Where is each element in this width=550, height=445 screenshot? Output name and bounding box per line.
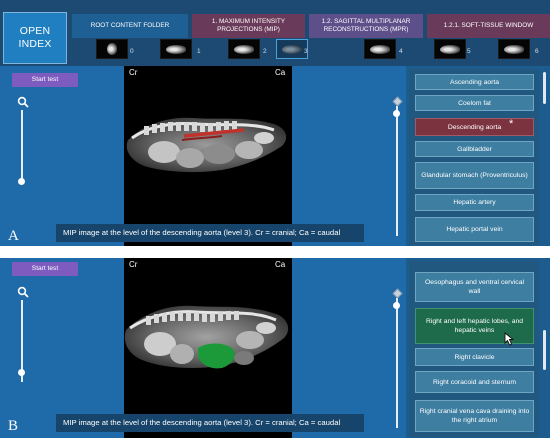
viewer-panel-a: Start test A Cr Ca Ascending aorta Coelo… [0,66,550,246]
ct-image-viewer[interactable]: Cr Ca [124,66,292,246]
thumbnail-number: 4 [399,48,403,55]
panel-divider [0,246,550,258]
panel-label: B [8,418,19,434]
list-scrollbar[interactable] [543,72,546,104]
window-slider-track[interactable] [396,106,398,236]
asterisk-icon: * [509,118,514,130]
structure-item[interactable]: Coelom fat [415,95,534,111]
thumbnail-number: 1 [197,48,201,55]
cranial-label: Cr [129,260,138,269]
viewer-margin [292,258,406,438]
structure-item[interactable]: Glandular stomach (Proventriculus) [415,162,534,189]
thumbnail-number: 6 [535,48,539,55]
image-caption: MIP image at the level of the descending… [56,224,364,242]
zoom-slider-track[interactable] [21,110,23,184]
left-control-area: Start test A [0,66,124,246]
start-test-button[interactable]: Start test [12,262,78,276]
thumbnail-number: 5 [467,48,471,55]
window-slider-handle[interactable] [393,302,400,309]
start-test-button[interactable]: Start test [12,73,78,87]
structure-item-selected[interactable]: Descending aorta [415,118,534,136]
structure-item[interactable]: Right coracoid and sternum [415,371,534,393]
thumbnail-number: 2 [263,48,267,55]
image-caption: MIP image at the level of the descending… [56,414,364,432]
magnifier-icon[interactable] [17,96,29,108]
hand-pointer-icon [504,332,515,346]
structure-item[interactable]: Ascending aorta [415,74,534,90]
ct-scan-image [126,117,287,173]
magnifier-icon[interactable] [17,286,29,298]
thumbnail-0[interactable] [96,39,128,59]
structure-item[interactable]: Hepatic portal vein [415,217,534,242]
cranial-label: Cr [129,68,138,77]
caudal-label: Ca [275,260,286,269]
left-control-area: Start test B [0,258,124,438]
thumbnail-2[interactable] [228,39,260,59]
zoom-slider-handle[interactable] [18,178,25,185]
structure-item[interactable]: Right cranial vena cava draining into th… [415,400,534,432]
zoom-slider-handle[interactable] [18,369,25,376]
structure-list-panel: Oesophagus and ventral cervical wall Rig… [406,258,550,438]
panel-label: A [8,228,19,244]
thumbnail-6[interactable] [498,39,530,59]
structure-item[interactable]: Right clavicle [415,348,534,366]
thumbnail-1[interactable] [160,39,192,59]
viewer-panel-b: Start test B Cr Ca Oesophagus and ventra… [0,258,550,438]
structure-item[interactable]: Hepatic artery [415,194,534,211]
structure-item[interactable]: Oesophagus and ventral cervical wall [415,272,534,302]
thumbnail-4[interactable] [364,39,396,59]
tab-sagittal-mpr[interactable]: 1.2. SAGITTAL MULTIPLANAR RECONSTRUCTION… [309,14,423,38]
ct-image-viewer[interactable]: Cr Ca [124,258,292,438]
open-index-button[interactable]: OPEN INDEX [3,12,67,64]
ct-scan-image [124,305,289,369]
open-index-label-line2: INDEX [18,38,52,50]
structure-item[interactable]: Gallbladder [415,141,534,157]
thumbnail-5[interactable] [434,39,466,59]
caudal-label: Ca [275,68,286,77]
open-index-label-line1: OPEN [19,25,51,37]
structure-list-panel: Ascending aorta Coelom fat Descending ao… [406,66,550,246]
viewer-margin [292,66,406,246]
navigation-header: OPEN INDEX ROOT CONTENT FOLDER 1. MAXIMU… [0,0,550,68]
tab-soft-tissue-window[interactable]: 1.2.1. SOFT-TISSUE WINDOW [427,14,550,38]
tab-mip[interactable]: 1. MAXIMUM INTENSITY PROJECTIONS (MIP) [192,14,305,38]
window-slider-handle[interactable] [393,110,400,117]
tab-root-content-folder[interactable]: ROOT CONTENT FOLDER [72,14,188,38]
thumbnail-number: 0 [130,48,134,55]
list-scrollbar[interactable] [543,330,546,370]
thumbnail-number: 3 [304,48,308,55]
window-slider-track[interactable] [396,298,398,428]
